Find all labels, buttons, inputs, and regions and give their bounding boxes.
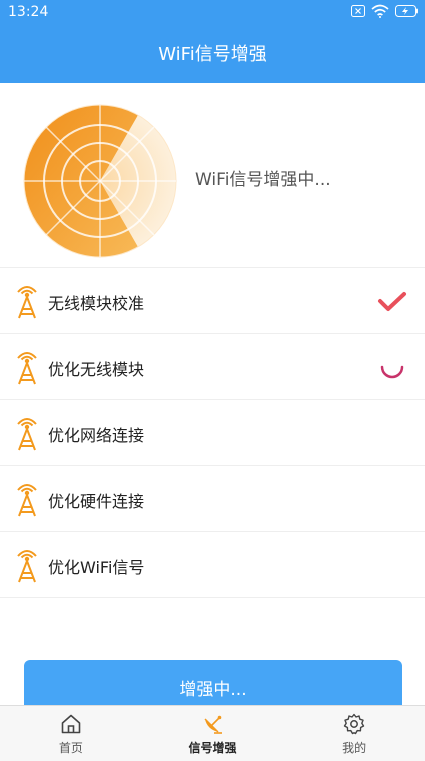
- status-icons: [351, 4, 419, 18]
- list-item: 优化无线模块: [0, 334, 425, 400]
- task-label: 优化硬件连接: [48, 492, 145, 511]
- status-bar: 13:24: [0, 0, 425, 26]
- task-label: 优化网络连接: [48, 426, 145, 445]
- tab-label: 我的: [342, 741, 367, 755]
- signal-tower-icon: [17, 484, 37, 517]
- home-icon: [61, 714, 81, 734]
- list-item: 优化硬件连接: [0, 466, 425, 532]
- task-label: 无线模块校准: [48, 294, 145, 313]
- radar-status-text: WiFi信号增强中...: [195, 170, 331, 190]
- task-label: 优化无线模块: [48, 360, 145, 379]
- close-box-icon: [351, 5, 365, 17]
- app-header: 13:24 WiFi信号增强: [0, 0, 425, 83]
- signal-tower-icon: [17, 418, 37, 451]
- signal-tower-icon: [17, 550, 37, 583]
- list-item: 优化WiFi信号: [0, 532, 425, 598]
- tab-label: 信号增强: [188, 741, 237, 755]
- list-item: 无线模块校准: [0, 268, 425, 334]
- status-time: 13:24: [8, 4, 49, 20]
- signal-tower-icon: [17, 286, 37, 319]
- satellite-dish-icon: [203, 715, 222, 734]
- tab-home[interactable]: 首页: [0, 706, 142, 761]
- tab-label: 首页: [58, 741, 83, 755]
- tab-profile[interactable]: 我的: [283, 706, 425, 761]
- task-label: 优化WiFi信号: [48, 558, 145, 577]
- bottom-tab-bar: 首页 信号增强 我的: [0, 705, 425, 761]
- signal-tower-icon: [17, 352, 37, 385]
- page-title: WiFi信号增强: [158, 44, 267, 65]
- tab-signal-boost[interactable]: 信号增强: [142, 706, 284, 761]
- radar-section: WiFi信号增强中...: [0, 83, 425, 268]
- battery-charging-icon: [395, 5, 418, 17]
- radar-scanner: [23, 104, 177, 258]
- list-item: 优化网络连接: [0, 400, 425, 466]
- gear-icon: [343, 713, 365, 735]
- loading-spinner-icon: [380, 365, 404, 379]
- task-list: 无线模块校准 优化无线模块 优化网络连接 优化硬件连接 优化WiFi信号: [0, 268, 425, 598]
- checkmark-icon: [378, 292, 406, 311]
- wifi-icon: [371, 4, 389, 18]
